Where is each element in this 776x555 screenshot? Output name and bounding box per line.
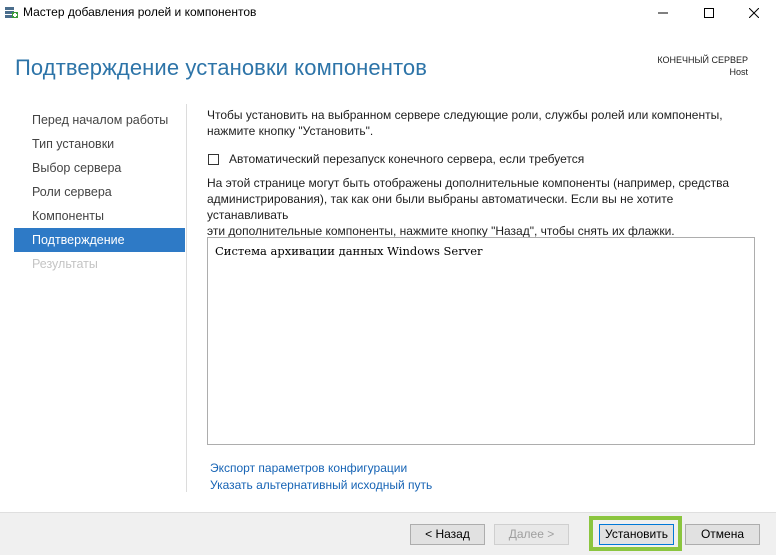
- nav-item-installation-type[interactable]: Тип установки: [14, 132, 185, 156]
- note-line-1: На этой странице могут быть отображены д…: [207, 176, 730, 190]
- note-line-2: администрирования), так как они были выб…: [207, 192, 674, 222]
- restart-option[interactable]: Автоматический перезапуск конечного серв…: [208, 152, 584, 166]
- nav-item-before-you-begin[interactable]: Перед началом работы: [14, 108, 185, 132]
- nav-item-results: Результаты: [32, 257, 98, 271]
- list-item: Система архивации данных Windows Server: [215, 244, 483, 258]
- intro-line-2: нажмите кнопку "Установить".: [207, 124, 374, 138]
- server-manager-icon: [4, 5, 18, 19]
- minimize-button[interactable]: [640, 0, 686, 26]
- back-button[interactable]: < Назад: [410, 524, 485, 545]
- window-title: Мастер добавления ролей и компонентов: [23, 5, 257, 19]
- restart-checkbox[interactable]: [208, 153, 219, 165]
- intro-line-1: Чтобы установить на выбранном сервере сл…: [207, 108, 723, 122]
- selected-features-list[interactable]: Система архивации данных Windows Server: [207, 237, 755, 445]
- cancel-button[interactable]: Отмена: [685, 524, 760, 545]
- wizard-nav: Перед началом работы Тип установки Выбор…: [14, 108, 185, 276]
- install-button[interactable]: Установить: [599, 524, 674, 545]
- page-title: Подтверждение установки компонентов: [15, 55, 428, 80]
- nav-item-server-selection[interactable]: Выбор сервера: [14, 156, 185, 180]
- next-button: Далее >: [494, 524, 569, 545]
- maximize-button[interactable]: [686, 0, 732, 26]
- nav-item-confirmation[interactable]: Подтверждение: [14, 228, 185, 252]
- alternate-source-path-link[interactable]: Указать альтернативный исходный путь: [210, 478, 432, 492]
- close-icon: [749, 8, 759, 18]
- intro-text: Чтобы установить на выбранном сервере сл…: [207, 107, 755, 139]
- destination-server-label: КОНЕЧНЫЙ СЕРВЕР: [657, 55, 748, 65]
- nav-divider: [186, 104, 187, 492]
- restart-checkbox-label[interactable]: Автоматический перезапуск конечного серв…: [229, 152, 584, 166]
- nav-item-server-roles[interactable]: Роли сервера: [14, 180, 185, 204]
- nav-item-features[interactable]: Компоненты: [14, 204, 185, 228]
- export-configuration-link[interactable]: Экспорт параметров конфигурации: [210, 461, 407, 475]
- minimize-icon: [658, 12, 668, 14]
- close-button[interactable]: [731, 0, 776, 26]
- additional-features-note: На этой странице могут быть отображены д…: [207, 175, 755, 239]
- title-bar: Мастер добавления ролей и компонентов: [0, 0, 776, 26]
- destination-server-host: Host: [729, 67, 748, 77]
- maximize-icon: [704, 8, 714, 18]
